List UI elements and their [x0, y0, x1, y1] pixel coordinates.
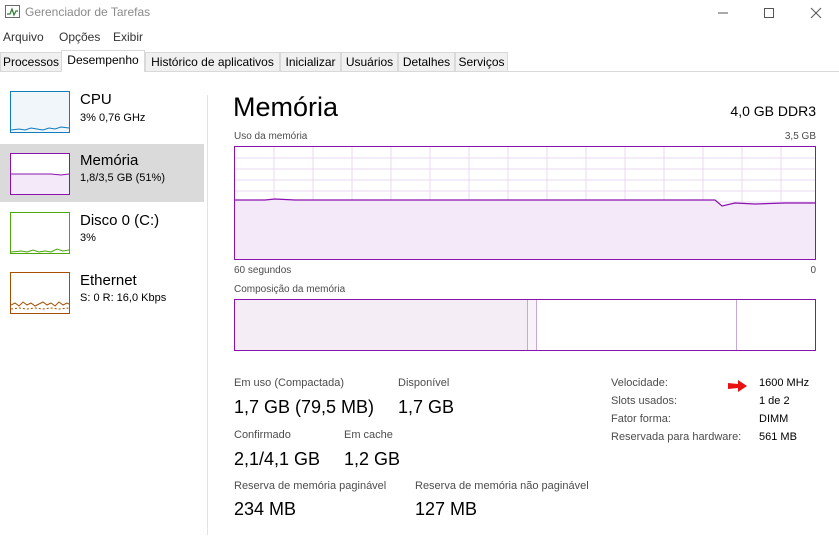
maximize-button[interactable]: [746, 0, 792, 26]
cached-label: Em cache: [344, 429, 393, 441]
nonpaged-pool-label: Reserva de memória não paginável: [415, 480, 589, 492]
minimize-button[interactable]: [700, 0, 746, 26]
window-title: Gerenciador de Tarefas: [25, 5, 151, 19]
hardware-reserved-label: Reservada para hardware:: [611, 431, 742, 443]
panel-divider: [207, 95, 208, 535]
sidebar-disco-title: Disco 0 (C:): [80, 212, 160, 229]
tab-processos[interactable]: Processos: [0, 52, 62, 71]
hardware-reserved-value: 561 MB: [759, 431, 797, 443]
sidebar-cpu-title: CPU: [80, 91, 112, 108]
slots-value: 1 de 2: [759, 395, 790, 407]
menu-exibir[interactable]: Exibir: [113, 30, 143, 44]
tab-inicializar[interactable]: Inicializar: [280, 52, 341, 71]
tab-historico[interactable]: Histórico de aplicativos: [145, 52, 280, 71]
composition-label: Composição da memória: [234, 284, 346, 295]
sidebar-disco-subtitle: 3%: [80, 232, 96, 244]
form-factor-label: Fator forma:: [611, 413, 671, 425]
available-label: Disponível: [398, 377, 450, 389]
sidebar-ethernet-title: Ethernet: [80, 272, 137, 289]
available-value: 1,7 GB: [398, 397, 455, 417]
composition-modified: [527, 300, 537, 350]
task-manager-icon: [5, 5, 20, 18]
memory-usage-graph: [234, 146, 816, 260]
time-axis-left: 60 segundos: [234, 265, 292, 276]
sidebar-item-ethernet[interactable]: Ethernet S: 0 R: 16,0 Kbps: [0, 268, 204, 326]
sidebar-item-memoria[interactable]: Memória 1,8/3,5 GB (51%): [0, 144, 204, 202]
maximize-icon: [764, 8, 774, 18]
sidebar-item-cpu[interactable]: CPU 3% 0,76 GHz: [0, 88, 204, 146]
usage-graph-max: 3,5 GB: [784, 131, 816, 142]
cpu-thumbnail-graph: [10, 91, 70, 133]
minimize-icon: [718, 12, 728, 14]
tab-desempenho[interactable]: Desempenho: [61, 50, 145, 72]
close-icon: [810, 7, 822, 19]
close-button[interactable]: [793, 0, 839, 26]
disk-thumbnail-graph: [10, 212, 70, 254]
sidebar-memoria-subtitle: 1,8/3,5 GB (51%): [80, 172, 165, 184]
cached-value: 1,2 GB: [344, 449, 401, 469]
memory-composition-bar: [234, 299, 816, 351]
tab-servicos[interactable]: Serviços: [455, 52, 508, 71]
paged-pool-label: Reserva de memória paginável: [234, 480, 387, 492]
page-title: Memória: [233, 92, 339, 122]
tab-bar: Processos Desempenho Histórico de aplica…: [0, 50, 839, 72]
menu-opcoes[interactable]: Opções: [59, 30, 100, 44]
composition-standby-divider: [736, 300, 737, 350]
memory-thumbnail-graph: [10, 153, 70, 195]
speed-value: 1600 MHz: [759, 377, 810, 389]
slots-label: Slots usados:: [611, 395, 678, 407]
committed-label: Confirmado: [234, 429, 291, 441]
in-use-label: Em uso (Compactada): [234, 377, 345, 389]
speed-label: Velocidade:: [611, 377, 668, 389]
nonpaged-pool-value: 127 MB: [415, 499, 478, 519]
menu-arquivo[interactable]: Arquivo: [3, 30, 44, 44]
title-bar: Gerenciador de Tarefas: [0, 0, 839, 26]
sidebar-item-disco[interactable]: Disco 0 (C:) 3%: [0, 208, 204, 266]
sidebar-ethernet-subtitle: S: 0 R: 16,0 Kbps: [80, 292, 167, 304]
time-axis-right: 0: [810, 265, 816, 276]
annotation-arrow-icon: [728, 379, 748, 397]
tab-detalhes[interactable]: Detalhes: [398, 52, 455, 71]
memory-spec: 4,0 GB DDR3: [730, 103, 816, 119]
composition-in-use: [235, 300, 527, 350]
sidebar-cpu-subtitle: 3% 0,76 GHz: [80, 112, 146, 124]
form-factor-value: DIMM: [759, 413, 789, 425]
paged-pool-value: 234 MB: [234, 499, 297, 519]
committed-value: 2,1/4,1 GB: [234, 449, 321, 469]
sidebar-memoria-title: Memória: [80, 152, 139, 169]
in-use-value: 1,7 GB (79,5 MB): [234, 397, 375, 417]
usage-graph-label: Uso da memória: [234, 131, 308, 142]
tab-usuarios[interactable]: Usuários: [341, 52, 398, 71]
ethernet-thumbnail-graph: [10, 272, 70, 314]
